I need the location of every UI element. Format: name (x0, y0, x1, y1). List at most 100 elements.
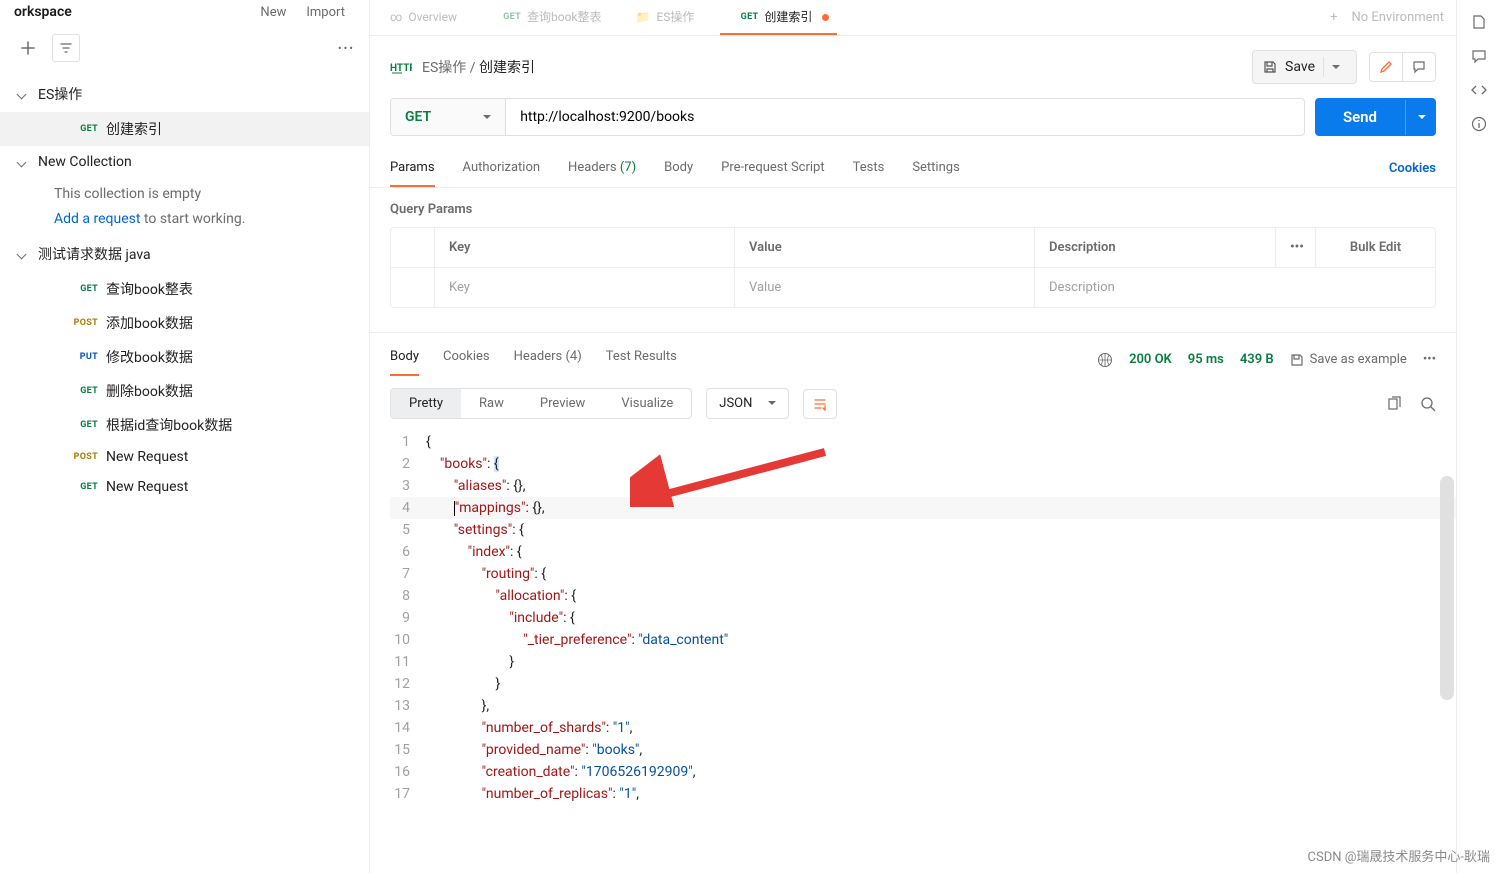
send-button[interactable]: Send (1315, 98, 1436, 136)
tab-overview[interactable]: ∞ Overview (382, 0, 465, 35)
request-item[interactable]: GET根据id查询book数据 (0, 408, 369, 442)
chevron-down-icon (14, 155, 28, 169)
code-line[interactable]: 6 "index": { (390, 541, 1456, 563)
response-body-code[interactable]: 1{2 "books": {3 "aliases": {},4 "mapping… (370, 431, 1456, 873)
comment-icon[interactable] (1402, 53, 1435, 81)
search-icon[interactable] (1420, 396, 1436, 412)
request-item[interactable]: POST添加book数据 (0, 306, 369, 340)
folder-test-java[interactable]: 测试请求数据 java (0, 236, 369, 272)
add-request-link[interactable]: Add a request (54, 211, 140, 227)
folder-es[interactable]: ES操作 (0, 76, 369, 112)
tab-es-ops[interactable]: 📁 ES操作 (628, 0, 703, 35)
wrap-lines-icon[interactable] (803, 389, 837, 419)
resp-tab-test-results[interactable]: Test Results (606, 343, 677, 376)
code-text: "mappings": {}, (426, 497, 545, 519)
more-icon[interactable]: ••• (338, 42, 355, 55)
code-line[interactable]: 5 "settings": { (390, 519, 1456, 541)
breadcrumb-parent[interactable]: ES操作 (422, 60, 466, 76)
tab-body[interactable]: Body (664, 150, 693, 187)
request-item[interactable]: PUT修改book数据 (0, 340, 369, 374)
tab-headers[interactable]: Headers (7) (568, 150, 636, 187)
key-input[interactable]: Key (435, 268, 735, 307)
row-checkbox[interactable] (391, 268, 435, 307)
sidebar: orkspace New Import ••• ES操作 GET 创建索引 (0, 0, 370, 873)
comments-icon[interactable] (1471, 48, 1487, 64)
view-mode-pretty[interactable]: Pretty (391, 389, 461, 418)
code-line[interactable]: 1{ (390, 431, 1456, 453)
code-line[interactable]: 10 "_tier_preference": "data_content" (390, 629, 1456, 651)
save-button[interactable]: Save (1252, 50, 1357, 84)
tab-settings[interactable]: Settings (912, 150, 959, 187)
code-line[interactable]: 4 "mappings": {}, (390, 497, 1456, 519)
code-line[interactable]: 8 "allocation": { (390, 585, 1456, 607)
method-select[interactable]: GET (391, 99, 506, 135)
code-line[interactable]: 3 "aliases": {}, (390, 475, 1456, 497)
line-number: 6 (390, 541, 426, 563)
view-mode-raw[interactable]: Raw (461, 389, 522, 418)
folder-new-collection[interactable]: New Collection (0, 146, 369, 178)
send-dropdown-icon[interactable] (1405, 100, 1436, 135)
code-line[interactable]: 7 "routing": { (390, 563, 1456, 585)
add-tab-icon[interactable]: + (1330, 10, 1337, 25)
info-icon[interactable] (1471, 116, 1487, 132)
main: ∞ Overview GET 查询book整表 📁 ES操作 GET 创建索引 … (370, 0, 1456, 873)
request-item[interactable]: GET查询book整表 (0, 272, 369, 306)
code-line[interactable]: 9 "include": { (390, 607, 1456, 629)
line-number: 15 (390, 739, 426, 761)
filter-icon[interactable] (52, 34, 80, 62)
desc-input[interactable]: Description (1035, 268, 1275, 307)
environment-selector[interactable]: No Environment (1351, 10, 1444, 25)
tab-tests[interactable]: Tests (853, 150, 885, 187)
tab-params[interactable]: Params (390, 150, 435, 187)
code-line[interactable]: 15 "provided_name": "books", (390, 739, 1456, 761)
line-number: 5 (390, 519, 426, 541)
new-button[interactable]: New (250, 1, 296, 24)
table-row[interactable]: Key Value Description (391, 267, 1435, 307)
request-item[interactable]: GET删除book数据 (0, 374, 369, 408)
code-line[interactable]: 11 } (390, 651, 1456, 673)
code-line[interactable]: 12 } (390, 673, 1456, 695)
method-badge: GET (68, 420, 98, 430)
resp-tab-cookies[interactable]: Cookies (443, 343, 490, 376)
add-icon[interactable] (14, 34, 42, 62)
tab-authorization[interactable]: Authorization (463, 150, 541, 187)
view-mode-preview[interactable]: Preview (522, 389, 603, 418)
response-section: Body Cookies Headers (4) Test Results 20… (370, 332, 1456, 873)
edit-icon[interactable] (1370, 53, 1402, 81)
globe-icon[interactable] (1097, 352, 1113, 368)
code-line[interactable]: 16 "creation_date": "1706526192909", (390, 761, 1456, 783)
request-item[interactable]: GET 创建索引 (0, 112, 369, 146)
import-button[interactable]: Import (296, 1, 355, 24)
vertical-scrollbar[interactable] (1440, 476, 1454, 700)
chevron-down-icon (14, 247, 28, 261)
line-number: 13 (390, 695, 426, 717)
table-header-row: Key Value Description ••• Bulk Edit (391, 228, 1435, 267)
resp-tab-body[interactable]: Body (390, 343, 419, 376)
view-mode-visualize[interactable]: Visualize (603, 389, 691, 418)
request-item[interactable]: GETNew Request (0, 472, 369, 502)
save-dropdown-icon[interactable] (1323, 57, 1346, 77)
code-icon[interactable] (1471, 82, 1487, 98)
more-icon[interactable]: ••• (1423, 352, 1436, 367)
code-line[interactable]: 2 "books": { (390, 453, 1456, 475)
code-line[interactable]: 13 }, (390, 695, 1456, 717)
value-input[interactable]: Value (735, 268, 1035, 307)
request-item[interactable]: POSTNew Request (0, 442, 369, 472)
tab-query-book[interactable]: GET 查询book整表 (483, 0, 610, 35)
code-line[interactable]: 17 "number_of_replicas": "1", (390, 783, 1456, 805)
method-badge: GET (68, 386, 98, 396)
line-number: 12 (390, 673, 426, 695)
copy-icon[interactable] (1386, 396, 1402, 412)
bulk-edit-button[interactable]: Bulk Edit (1315, 228, 1435, 267)
save-as-example-button[interactable]: Save as example (1290, 352, 1407, 367)
cookies-link[interactable]: Cookies (1389, 161, 1436, 176)
resp-tab-headers[interactable]: Headers (4) (514, 343, 582, 376)
docs-icon[interactable] (1471, 14, 1487, 30)
breadcrumb: ES操作 / 创建索引 (422, 57, 535, 77)
format-select[interactable]: JSON (706, 388, 789, 419)
code-line[interactable]: 14 "number_of_shards": "1", (390, 717, 1456, 739)
more-icon[interactable]: ••• (1275, 228, 1315, 267)
tab-create-index[interactable]: GET 创建索引 (720, 0, 837, 35)
tab-prerequest[interactable]: Pre-request Script (721, 150, 824, 187)
url-input[interactable] (506, 99, 1304, 135)
